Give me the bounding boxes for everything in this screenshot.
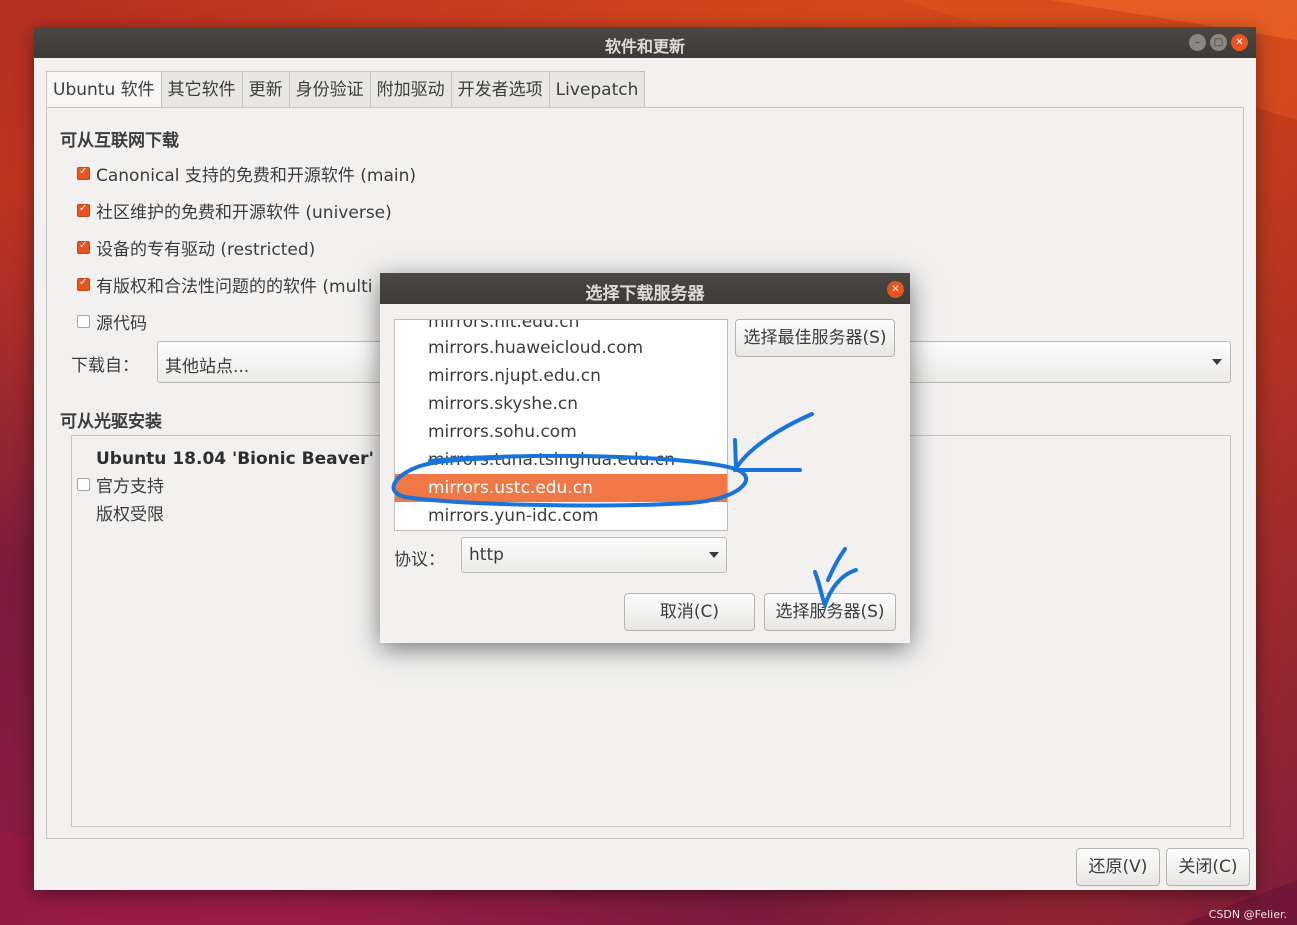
checkbox-icon[interactable] xyxy=(77,315,90,328)
window-title: 软件和更新 xyxy=(604,37,685,56)
checkbox-label: 设备的专有驱动 (restricted) xyxy=(96,240,316,260)
cancel-button[interactable]: 取消(C) xyxy=(624,593,755,631)
checkbox-multiverse[interactable]: 有版权和合法性问题的的软件 (multi xyxy=(77,272,372,297)
checkbox-source-code[interactable]: 源代码 xyxy=(77,309,147,334)
revert-button[interactable]: 还原(V) xyxy=(1076,848,1160,886)
list-item-selected[interactable]: mirrors.ustc.edu.cn xyxy=(395,474,727,502)
choose-server-dialog: 选择下载服务器 ✕ mirrors.hit.edu.cn mirrors.hua… xyxy=(380,273,910,643)
protocol-label: 协议： xyxy=(394,550,445,570)
checkbox-main[interactable]: Canonical 支持的免费和开源软件 (main) xyxy=(77,161,416,186)
tab-developer-options[interactable]: 开发者选项 xyxy=(451,71,550,108)
checkbox-label: 官方支持 xyxy=(96,477,164,497)
checkbox-icon[interactable] xyxy=(77,277,90,291)
checkbox-label: 源代码 xyxy=(96,314,147,334)
list-item[interactable]: mirrors.njupt.edu.cn xyxy=(395,362,727,390)
list-item[interactable]: mirrors.yun-idc.com xyxy=(395,502,727,530)
server-list[interactable]: mirrors.hit.edu.cn mirrors.huaweicloud.c… xyxy=(394,319,728,531)
close-icon[interactable]: ✕ xyxy=(1231,34,1248,51)
tab-livepatch[interactable]: Livepatch xyxy=(549,71,646,108)
tab-other-software[interactable]: 其它软件 xyxy=(161,71,243,108)
list-item[interactable]: mirrors.huaweicloud.com xyxy=(395,334,727,362)
list-item[interactable]: mirrors.sohu.com xyxy=(395,418,727,446)
dialog-title: 选择下载服务器 xyxy=(585,284,705,304)
cdrom-restricted-label: 版权受限 xyxy=(96,505,164,525)
checkbox-label: Canonical 支持的免费和开源软件 (main) xyxy=(96,166,416,186)
checkbox-label: 有版权和合法性问题的的软件 (multi xyxy=(96,277,373,297)
download-from-label: 下载自： xyxy=(71,356,139,376)
tab-authentication[interactable]: 身份验证 xyxy=(289,71,371,108)
checkbox-icon[interactable] xyxy=(77,166,90,180)
list-item[interactable]: mirrors.skyshe.cn xyxy=(395,390,727,418)
protocol-combo[interactable]: http xyxy=(461,537,727,573)
close-icon[interactable]: ✕ xyxy=(887,281,904,298)
checkbox-restricted[interactable]: 设备的专有驱动 (restricted) xyxy=(77,235,315,260)
tab-ubuntu-software[interactable]: Ubuntu 软件 xyxy=(46,71,162,108)
cdrom-disc-title: Ubuntu 18.04 'Bionic Beaver' 的 C xyxy=(96,449,416,469)
protocol-value: http xyxy=(469,545,504,565)
chevron-down-icon xyxy=(709,552,719,558)
cdrom-section-heading: 可从光驱安装 xyxy=(60,412,162,432)
close-button[interactable]: 关闭(C) xyxy=(1166,848,1250,886)
window-titlebar[interactable]: 软件和更新 – □ ✕ xyxy=(34,27,1256,58)
checkbox-cdrom[interactable]: 官方支持 xyxy=(77,472,164,497)
choose-server-button[interactable]: 选择服务器(S) xyxy=(764,593,896,631)
list-item[interactable]: mirrors.tuna.tsinghua.edu.cn xyxy=(395,446,727,474)
checkbox-icon[interactable] xyxy=(77,203,90,217)
checkbox-icon[interactable] xyxy=(77,478,90,491)
watermark: CSDN @Felier. xyxy=(1208,908,1287,921)
tab-updates[interactable]: 更新 xyxy=(242,71,290,108)
internet-section-heading: 可从互联网下载 xyxy=(60,131,179,151)
tab-bar: Ubuntu 软件 其它软件 更新 身份验证 附加驱动 开发者选项 Livepa… xyxy=(46,71,646,108)
checkbox-icon[interactable] xyxy=(77,240,90,254)
tab-additional-drivers[interactable]: 附加驱动 xyxy=(370,71,452,108)
dialog-titlebar[interactable]: 选择下载服务器 ✕ xyxy=(380,273,910,304)
select-best-server-button[interactable]: 选择最佳服务器(S) xyxy=(735,319,895,357)
download-server-value: 其他站点... xyxy=(165,357,250,377)
checkbox-label: 社区维护的免费和开源软件 (universe) xyxy=(96,203,392,223)
checkbox-universe[interactable]: 社区维护的免费和开源软件 (universe) xyxy=(77,198,392,223)
minimize-icon[interactable]: – xyxy=(1189,34,1206,51)
maximize-icon[interactable]: □ xyxy=(1210,34,1227,51)
chevron-down-icon xyxy=(1212,359,1222,365)
